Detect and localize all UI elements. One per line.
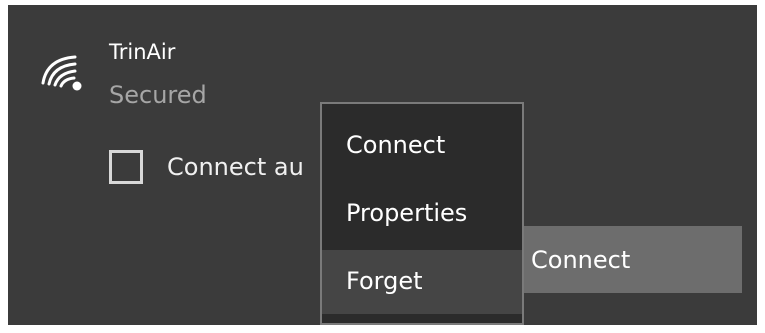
connect-button-label: Connect bbox=[531, 246, 631, 274]
menu-item-label: Properties bbox=[346, 199, 468, 227]
menu-item-properties[interactable]: Properties bbox=[322, 182, 522, 246]
auto-connect-label: Connect au bbox=[167, 153, 304, 181]
menu-item-label: Forget bbox=[346, 267, 423, 295]
context-menu: Connect Properties Forget bbox=[320, 102, 524, 325]
menu-item-label: Connect bbox=[346, 131, 446, 159]
wifi-secured-icon bbox=[41, 55, 82, 91]
connect-button[interactable]: Connect bbox=[494, 226, 742, 293]
auto-connect-checkbox[interactable] bbox=[109, 150, 143, 184]
network-name: TrinAir bbox=[109, 40, 176, 64]
menu-item-connect[interactable]: Connect bbox=[322, 114, 522, 178]
network-status: Secured bbox=[109, 81, 207, 109]
menu-item-forget[interactable]: Forget bbox=[322, 250, 522, 314]
wifi-network-panel[interactable]: TrinAir Secured Connect au Connect Conne… bbox=[8, 5, 757, 325]
